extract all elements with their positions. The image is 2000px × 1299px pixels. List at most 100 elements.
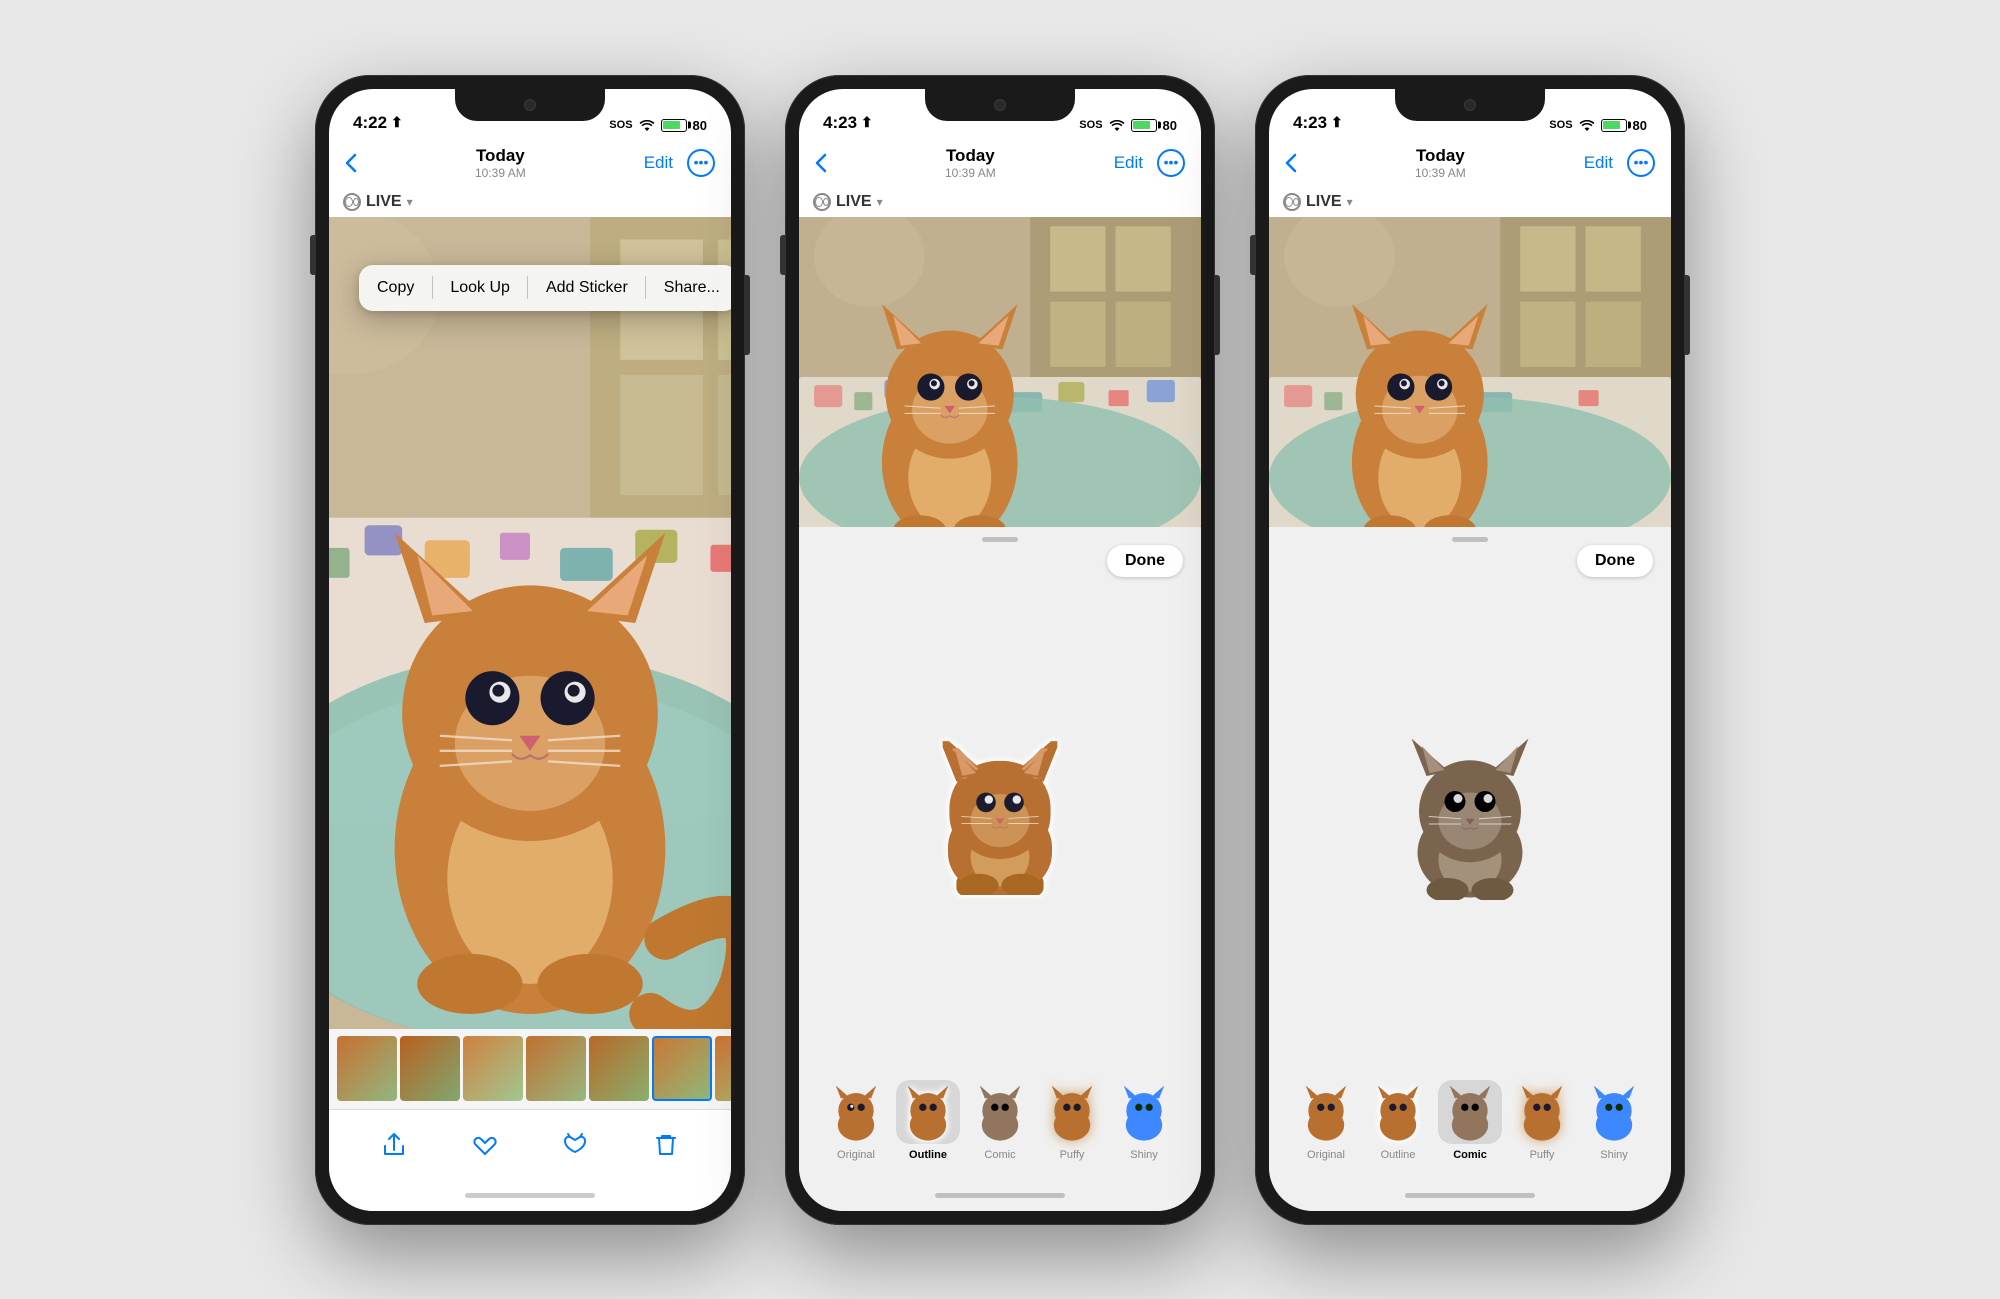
battery-pct-2: 80 — [1163, 118, 1177, 133]
context-addsticker-1[interactable]: Add Sticker — [528, 265, 646, 311]
cat-photo-3 — [1269, 217, 1671, 527]
thumb-7[interactable] — [715, 1036, 731, 1101]
thumb-1[interactable] — [337, 1036, 397, 1101]
sticker-option-original-2[interactable]: Original — [824, 1080, 888, 1161]
battery-pct-3: 80 — [1633, 118, 1647, 133]
back-button-3[interactable] — [1285, 153, 1297, 173]
done-button-2[interactable]: Done — [1107, 545, 1183, 577]
more-button-3[interactable]: ••• — [1627, 149, 1655, 177]
sos-badge-2: SOS — [1079, 119, 1102, 131]
thumb-4[interactable] — [526, 1036, 586, 1101]
live-text-2: LIVE — [836, 193, 872, 211]
wifi-icon-1 — [639, 119, 655, 131]
thumb-2[interactable] — [400, 1036, 460, 1101]
sticker-option-puffy-3[interactable]: Puffy — [1510, 1080, 1574, 1161]
sos-badge-1: SOS — [609, 119, 632, 131]
phone-2-screen: 4:23 ⬆ SOS 80 — [799, 89, 1201, 1211]
notch-3 — [1395, 89, 1545, 121]
location-icon-2: ⬆ — [861, 114, 873, 131]
nav-actions-1: Edit ••• — [644, 149, 715, 177]
sticker-cat-2 — [930, 735, 1070, 895]
toolbar-1 — [329, 1109, 731, 1181]
photo-area-2[interactable] — [799, 217, 1201, 527]
live-badge-1[interactable]: LIVE ▾ — [329, 187, 731, 217]
battery-icon-3 — [1601, 119, 1627, 132]
wifi-icon-3 — [1579, 119, 1595, 131]
live-chevron-3: ▾ — [1347, 195, 1353, 209]
nav-actions-2: Edit ••• — [1114, 149, 1185, 177]
panel-handle-2 — [982, 537, 1018, 542]
edit-button-2[interactable]: Edit — [1114, 153, 1143, 173]
status-time-3: 4:23 ⬆ — [1293, 113, 1343, 133]
live-chevron-1: ▾ — [407, 195, 413, 209]
nav-bar-3: Today 10:39 AM Edit ••• — [1269, 139, 1671, 187]
location-icon-1: ⬆ — [391, 114, 403, 131]
done-button-3[interactable]: Done — [1577, 545, 1653, 577]
context-lookup-1[interactable]: Look Up — [432, 265, 528, 311]
location-icon-3: ⬆ — [1331, 114, 1343, 131]
context-menu-1: Copy Look Up Add Sticker Share... — [359, 265, 731, 311]
sticker-label-puffy-3: Puffy — [1530, 1149, 1555, 1161]
panel-handle-3 — [1452, 537, 1488, 542]
back-button-1[interactable] — [345, 153, 357, 173]
sticker-options-2: Original — [809, 1080, 1191, 1171]
wifi-icon-2 — [1109, 119, 1125, 131]
like-button-1[interactable] — [463, 1123, 507, 1167]
live-icon-2 — [813, 193, 831, 211]
notch-camera-1 — [524, 99, 536, 111]
sticker-label-original-2: Original — [837, 1149, 875, 1161]
more-button-2[interactable]: ••• — [1157, 149, 1185, 177]
photo-area-3[interactable] — [1269, 217, 1671, 527]
notch-camera-3 — [1464, 99, 1476, 111]
sticker-option-shiny-2[interactable]: Shiny — [1112, 1080, 1176, 1161]
live-text-3: LIVE — [1306, 193, 1342, 211]
live-badge-2[interactable]: LIVE ▾ — [799, 187, 1201, 217]
sticker-option-shiny-3[interactable]: Shiny — [1582, 1080, 1646, 1161]
phone-3-screen: 4:23 ⬆ SOS 80 — [1269, 89, 1671, 1211]
sticker-option-comic-2[interactable]: Comic — [968, 1080, 1032, 1161]
sticker-cat-3 — [1395, 730, 1545, 900]
home-indicator-3 — [1269, 1181, 1671, 1211]
sticker-options-3: Original — [1279, 1080, 1661, 1171]
sticker-label-original-3: Original — [1307, 1149, 1345, 1161]
cat-photo-1 — [329, 217, 731, 1029]
phone-1: 4:22 ⬆ SOS 80 — [315, 75, 745, 1225]
nav-title-1: Today 10:39 AM — [357, 146, 644, 180]
nav-bar-1: Today 10:39 AM Edit ••• — [329, 139, 731, 187]
context-share-1[interactable]: Share... — [646, 265, 731, 311]
nav-title-2: Today 10:39 AM — [827, 146, 1114, 180]
back-button-2[interactable] — [815, 153, 827, 173]
sticker-label-comic-2: Comic — [984, 1149, 1015, 1161]
sticker-option-puffy-2[interactable]: Puffy — [1040, 1080, 1104, 1161]
home-bar-3 — [1405, 1193, 1535, 1198]
sticker-option-original-3[interactable]: Original — [1294, 1080, 1358, 1161]
photo-area-1[interactable]: Copy Look Up Add Sticker Share... — [329, 217, 731, 1029]
status-icons-3: SOS 80 — [1549, 118, 1647, 133]
cat-button-1[interactable] — [553, 1123, 597, 1167]
sticker-preview-3 — [1279, 550, 1661, 1080]
phone-2: 4:23 ⬆ SOS 80 — [785, 75, 1215, 1225]
context-copy-1[interactable]: Copy — [359, 265, 432, 311]
sticker-option-outline-2[interactable]: Outline — [896, 1080, 960, 1161]
thumb-3[interactable] — [463, 1036, 523, 1101]
share-button-1[interactable] — [372, 1123, 416, 1167]
edit-button-3[interactable]: Edit — [1584, 153, 1613, 173]
sticker-panel-3: Done — [1269, 527, 1671, 1181]
trash-button-1[interactable] — [644, 1123, 688, 1167]
thumb-5[interactable] — [589, 1036, 649, 1101]
more-button-1[interactable]: ••• — [687, 149, 715, 177]
live-chevron-2: ▾ — [877, 195, 883, 209]
notch-1 — [455, 89, 605, 121]
edit-button-1[interactable]: Edit — [644, 153, 673, 173]
live-badge-3[interactable]: LIVE ▾ — [1269, 187, 1671, 217]
thumb-6[interactable] — [652, 1036, 712, 1101]
sos-badge-3: SOS — [1549, 119, 1572, 131]
sticker-option-comic-3[interactable]: Comic — [1438, 1080, 1502, 1161]
notch-camera-2 — [994, 99, 1006, 111]
sticker-label-shiny-3: Shiny — [1600, 1149, 1628, 1161]
sticker-label-puffy-2: Puffy — [1060, 1149, 1085, 1161]
phone-1-screen: 4:22 ⬆ SOS 80 — [329, 89, 731, 1211]
nav-actions-3: Edit ••• — [1584, 149, 1655, 177]
sticker-option-outline-3[interactable]: Outline — [1366, 1080, 1430, 1161]
status-icons-2: SOS 80 — [1079, 118, 1177, 133]
